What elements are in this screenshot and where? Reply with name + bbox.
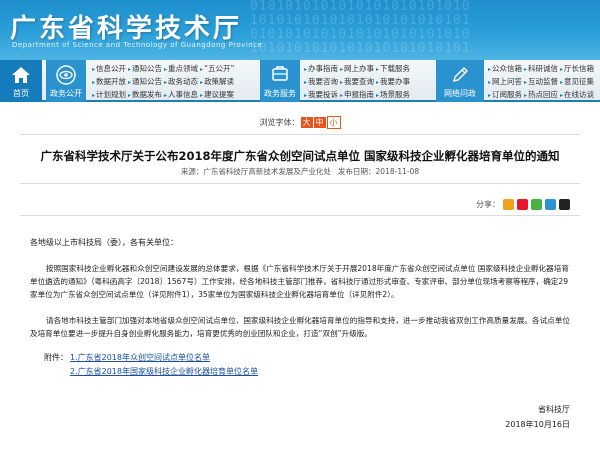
article-source: 广东省科技厅高新技术发展及产业化处 (203, 167, 331, 176)
nav-link[interactable]: “五公开” (200, 63, 234, 76)
header-banner: 0101010101010101010101010 10101010101010… (0, 0, 600, 60)
qq-share-icon[interactable] (545, 199, 556, 210)
nav-link[interactable]: 意见征集 (560, 76, 594, 89)
nav-interaction-button[interactable]: 网络问政 (436, 60, 484, 102)
divider (20, 183, 580, 184)
share-label: 分享： (476, 200, 500, 209)
interaction-links: 公众信箱科研诚信厅长信箱 网上问答互动监督意见征集 订阅服务热点回应在线访谈 (488, 63, 596, 102)
nav-link[interactable]: 信息公开 (92, 63, 126, 76)
paragraph-1: 按照国家科技企业孵化器和众创空间建设发展的总体要求，根据《广东省科学技术厅关于开… (30, 264, 569, 299)
nav-link[interactable]: 办事指南 (304, 63, 338, 76)
nav-gov-public-button[interactable]: 政务公开 (46, 60, 86, 102)
attachment-item: 2.广东省2018年国家级科技企业孵化器培育单位名单 (70, 366, 258, 377)
nav-link[interactable]: 建议提案 (200, 89, 234, 102)
nav-link[interactable]: 政务动态 (164, 76, 198, 89)
nav-gov-service-label: 政务服务 (264, 89, 296, 98)
attachments-label: 附件： (44, 353, 68, 362)
sign-date: 2018年10月16日 (505, 420, 570, 429)
nav-link[interactable]: 订阅服务 (488, 89, 522, 102)
source-label: 来源： (180, 167, 204, 176)
nav-link[interactable]: 热点回应 (524, 89, 558, 102)
nav-gov-service-button[interactable]: 政务服务 (260, 60, 300, 102)
nav-link[interactable]: 我要办事 (376, 76, 410, 89)
main-nav: 首页 政务公开 信息公开通知公告重点领域“五公开” 数据开放通知公告政务动态政策… (0, 60, 600, 102)
attachment-link[interactable]: 1.广东省2018年众创空间试点单位名单 (70, 353, 210, 362)
nav-interaction-label: 网络问政 (444, 89, 476, 98)
date-label: 发布日期： (338, 167, 376, 176)
eye-icon (56, 65, 76, 85)
wechat-share-icon[interactable] (531, 199, 542, 210)
nav-link[interactable]: 申报指南 (340, 89, 374, 102)
signature: 省科技厅 (538, 405, 570, 414)
weibo-share-icon[interactable] (517, 199, 528, 210)
nav-link[interactable]: 通知公告 (128, 63, 162, 76)
attachment-item: 1.广东省2018年众创空间试点单位名单 (70, 352, 210, 363)
nav-link[interactable]: 科研诚信 (524, 63, 558, 76)
nav-link[interactable]: 场景服务 (376, 89, 410, 102)
paragraph-2: 请各地市科技主管部门加强对本地省级众创空间试点单位、国家级科技企业孵化器培育单位… (30, 316, 570, 338)
font-large-button[interactable]: 大 (300, 117, 313, 128)
nav-link[interactable]: 我要咨询 (304, 76, 338, 89)
home-icon (12, 67, 30, 83)
font-size-selector: 浏览字体：大中小 (0, 116, 600, 129)
gov-service-links: 办事指南网上办事下载服务 我要咨询我要查询我要办事 我要投诉申报指南场景服务 (304, 63, 412, 102)
nav-link[interactable]: 网上办事 (340, 63, 374, 76)
nav-link[interactable]: 我要查询 (340, 76, 374, 89)
nav-link[interactable]: 网上问答 (488, 76, 522, 89)
pen-icon (452, 66, 469, 83)
nav-link[interactable]: 下载服务 (376, 63, 410, 76)
nav-link[interactable]: 人事信息 (164, 89, 198, 102)
nav-link[interactable]: 数据开放 (92, 76, 126, 89)
nav-link[interactable]: 公众信箱 (488, 63, 522, 76)
article-title: 广东省科学技术厅关于公布2018年度广东省众创空间试点单位 国家级科技企业孵化器… (40, 149, 560, 163)
nav-link[interactable]: 在线访谈 (560, 89, 594, 102)
font-small-button[interactable]: 小 (326, 116, 341, 129)
nav-gov-public-label: 政务公开 (50, 89, 82, 98)
nav-home-label: 首页 (13, 89, 29, 98)
nav-link[interactable]: 重点领域 (164, 63, 198, 76)
divider (20, 134, 580, 135)
nav-link[interactable]: 计划规划 (92, 89, 126, 102)
qzone-share-icon[interactable] (503, 199, 514, 210)
nav-link[interactable]: 厅长信箱 (560, 63, 594, 76)
font-medium-button[interactable]: 中 (313, 117, 326, 128)
salutation: 各地级以上市科技局（委），各有关单位： (30, 238, 178, 247)
douban-share-icon[interactable] (559, 199, 570, 210)
site-title[interactable]: 广东省科学技术厅 (10, 8, 242, 45)
font-size-label: 浏览字体： (259, 118, 300, 127)
site-subtitle: Department of Science and Technology of … (12, 41, 263, 49)
nav-link[interactable]: 通知公告 (128, 76, 162, 89)
attachment-link[interactable]: 2.广东省2018年国家级科技企业孵化器培育单位名单 (70, 367, 258, 376)
binary-decoration: 0101010101010101010101010 10101010101010… (250, 0, 471, 56)
nav-link[interactable]: 互动监督 (524, 76, 558, 89)
article-meta: 来源：广东省科技厅高新技术发展及产业化处 发布日期：2018-11-08 (0, 166, 600, 177)
service-icon (272, 66, 288, 81)
nav-link[interactable]: 政策解读 (200, 76, 234, 89)
divider (20, 215, 580, 216)
share-bar: 分享： (476, 199, 570, 210)
nav-link[interactable]: 数据发布 (128, 89, 162, 102)
nav-link[interactable]: 我要投诉 (304, 89, 338, 102)
gov-public-links: 信息公开通知公告重点领域“五公开” 数据开放通知公告政务动态政策解读 计划规划数… (92, 63, 236, 102)
article-date: 2018-11-08 (375, 167, 420, 176)
nav-home-button[interactable]: 首页 (0, 60, 42, 102)
